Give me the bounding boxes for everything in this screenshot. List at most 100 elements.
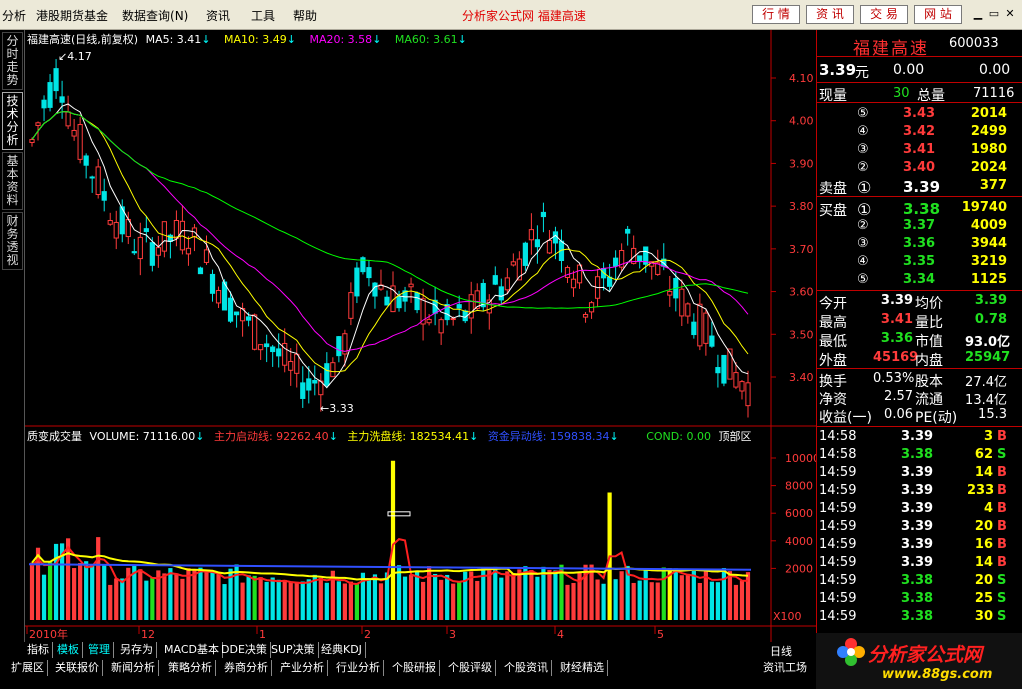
stat2-label-1: 净资 — [819, 392, 847, 408]
buy-volume-5: 1125 — [970, 272, 1007, 287]
volume-bar — [168, 568, 173, 620]
tick-volume-7: 14 — [974, 555, 993, 570]
side-tab-finance[interactable]: 财务透视 — [2, 212, 23, 270]
candle-body — [264, 343, 270, 348]
candle-body — [697, 303, 703, 347]
volume-bar — [727, 571, 733, 620]
tick-side-10: S — [997, 609, 1007, 624]
volume-bar — [553, 570, 558, 620]
tab-template[interactable]: 模板 — [54, 642, 83, 658]
price-axis-label: 3.50 — [789, 328, 814, 341]
stat-value2-1: 0.78 — [974, 312, 1007, 327]
volume-bar — [216, 572, 221, 620]
nav-news-button[interactable]: 资 讯 — [806, 5, 854, 24]
stat-value-1: 3.41 — [880, 312, 913, 327]
volume-axis-label: 4000 — [785, 535, 813, 548]
candle-body — [504, 277, 510, 291]
side-tab-technical[interactable]: 技术分析 — [2, 92, 23, 150]
kline-chart[interactable]: 4.10 4.00 3.90 3.80 3.70 3.60 3.50 3.40 10000 800… — [25, 30, 816, 642]
candle-body — [384, 296, 390, 306]
restore-icon[interactable]: ▭ — [986, 6, 1002, 22]
side-tab-intraday[interactable]: 分时走势 — [2, 32, 23, 90]
sell-volume-3: 1980 — [970, 142, 1007, 157]
tab-related-quotes[interactable]: 关联报价 — [52, 660, 103, 676]
candle-body — [173, 219, 180, 239]
volume-bar — [342, 583, 347, 620]
sell-price-2: 3.40 — [903, 160, 936, 175]
tab-industry-chain[interactable]: 产业分析 — [277, 660, 328, 676]
candle-body — [336, 336, 342, 357]
volume-bar — [709, 581, 714, 620]
tab-macd[interactable]: MACD基本 — [161, 642, 223, 658]
volume-bar — [53, 543, 59, 620]
menu-analysis[interactable]: 分析 — [2, 7, 26, 24]
tab-broker[interactable]: 券商分析 — [221, 660, 272, 676]
candle-body — [414, 292, 420, 311]
volume-bar — [439, 579, 444, 620]
volume-bar — [108, 584, 113, 620]
sell-level-1: ① — [857, 178, 872, 197]
tab-news-workshop[interactable]: 资讯工场 — [760, 660, 810, 676]
price-axis-label: 4.00 — [789, 115, 814, 128]
tab-extension[interactable]: 扩展区 — [8, 660, 48, 676]
menu-help[interactable]: 帮助 — [293, 7, 317, 24]
menu-tools[interactable]: 工具 — [251, 7, 275, 24]
price-change-pct: 0.00 — [979, 62, 1011, 78]
tab-dde[interactable]: DDE决策 — [218, 642, 271, 658]
nav-website-button[interactable]: 网 站 — [914, 5, 962, 24]
tab-rating[interactable]: 个股评级 — [445, 660, 496, 676]
volume-bar — [613, 579, 618, 620]
volume-bar — [511, 573, 516, 620]
stat-value-2: 3.36 — [880, 331, 913, 346]
menu-news[interactable]: 资讯 — [206, 7, 230, 24]
candle-body — [625, 228, 631, 234]
sell-price-1: 3.39 — [903, 178, 941, 196]
nav-trade-button[interactable]: 交 易 — [860, 5, 908, 24]
tab-stock-news[interactable]: 个股资讯 — [501, 660, 552, 676]
volume-bar — [264, 581, 269, 620]
menu-hk-futures[interactable]: 港股期货基金 — [36, 7, 108, 24]
price-axis-label: 4.10 — [789, 72, 814, 85]
tick-volume-0: 3 — [983, 429, 993, 444]
tab-save-as[interactable]: 另存为 — [117, 642, 157, 658]
stat-value2-2: 93.0亿 — [965, 335, 1011, 350]
tick-side-3: B — [997, 483, 1007, 498]
volume-axis-label: 2000 — [785, 562, 813, 575]
volume-bar — [733, 584, 739, 620]
tab-finance-picks[interactable]: 财经精选 — [557, 660, 608, 676]
tick-volume-8: 20 — [974, 573, 993, 588]
candle-body — [294, 353, 300, 374]
volume-bar — [90, 564, 95, 620]
close-icon[interactable]: ✕ — [1002, 6, 1018, 22]
candle-body — [270, 346, 276, 353]
volume-bar — [84, 561, 89, 620]
tab-sector[interactable]: 行业分析 — [333, 660, 384, 676]
period-label[interactable]: 日线 — [770, 643, 792, 659]
tab-indicator[interactable]: 指标 — [24, 642, 53, 658]
tab-sup[interactable]: SUP决策 — [268, 642, 319, 658]
menu-data-query[interactable]: 数据查询(N) — [122, 7, 188, 24]
candle-body — [209, 273, 216, 294]
side-tab-fundamentals[interactable]: 基本资料 — [2, 152, 23, 210]
nav-quotes-button[interactable]: 行 情 — [752, 5, 800, 24]
volume-bar — [649, 582, 654, 620]
tab-research[interactable]: 个股研报 — [389, 660, 440, 676]
volume-bar — [445, 574, 450, 620]
tick-side-8: S — [997, 573, 1007, 588]
stat2-value2-1: 13.4亿 — [965, 393, 1007, 408]
candle-body — [215, 289, 222, 304]
volume-bar — [354, 582, 360, 620]
tab-strategy[interactable]: 策略分析 — [165, 660, 216, 676]
volume-bar — [324, 582, 329, 620]
minimize-icon[interactable]: ▁ — [970, 6, 986, 22]
volume-bar — [336, 581, 341, 620]
tab-manage[interactable]: 管理 — [85, 642, 114, 658]
volume-bar — [210, 570, 215, 620]
tab-news-analysis[interactable]: 新闻分析 — [108, 660, 159, 676]
volume-bar — [721, 568, 727, 620]
candle-body — [233, 311, 240, 316]
low-price-value: 3.33 — [329, 402, 354, 415]
stat-value2-0: 3.39 — [974, 293, 1007, 308]
volume-bar — [739, 580, 745, 620]
tab-kdj[interactable]: 经典KDJ — [318, 642, 366, 658]
